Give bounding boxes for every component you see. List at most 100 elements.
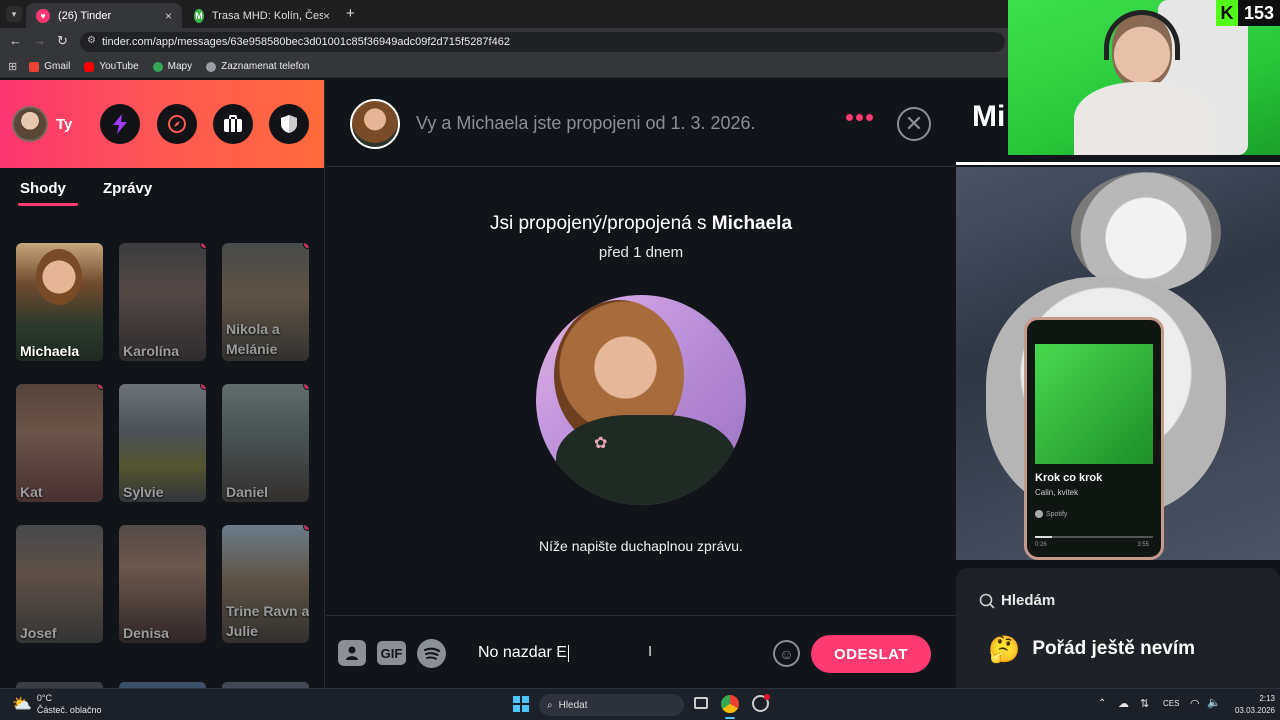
send-button[interactable]: ODESLAT [811, 635, 931, 673]
emoji-button[interactable]: ☺ [773, 640, 800, 667]
cloud-sun-icon: ⛅ [12, 696, 32, 713]
chevron-down-icon: ▾ [11, 8, 17, 19]
match-card-josef[interactable]: Josef [16, 525, 103, 643]
explore-button[interactable] [157, 104, 197, 144]
match-avatar[interactable] [350, 99, 400, 149]
back-icon[interactable]: ← [9, 33, 22, 48]
message-input-value: No nazdar E [478, 644, 567, 661]
language-indicator[interactable]: CES [1163, 699, 1179, 708]
spotify-time-end: 3:55 [1137, 542, 1149, 548]
tab-tinder[interactable]: ♥ (26) Tinder × [26, 3, 182, 28]
close-tab-icon[interactable]: × [323, 9, 330, 23]
album-art [1035, 344, 1153, 464]
my-profile-button[interactable]: Ty [12, 106, 72, 142]
match-intro-title: Jsi propojený/propojená s Michaela [489, 213, 793, 234]
match-name: Nikola a Melánie [226, 321, 280, 357]
tab-search-button[interactable]: ▾ [6, 6, 22, 22]
more-options-button[interactable] [846, 114, 873, 121]
match-intro-time: před 1 dnem [598, 244, 684, 261]
gif-button[interactable]: GIF [377, 641, 406, 665]
tinder-favicon: ♥ [36, 8, 50, 23]
active-tab-indicator [18, 203, 78, 206]
shield-icon [281, 115, 297, 133]
new-match-badge [97, 384, 103, 390]
message-input[interactable]: No nazdar E [466, 634, 766, 672]
forward-icon[interactable]: → [33, 33, 46, 48]
windows-logo-icon [513, 696, 520, 703]
bookmarks-bar: ⊞ Gmail YouTube Mapy Zaznamenat telefon [0, 56, 1010, 78]
spotify-progress [1035, 536, 1153, 538]
match-card-michaela[interactable]: Michaela [16, 243, 103, 361]
weather-temp: 0°C [36, 693, 53, 703]
new-match-badge [303, 525, 309, 531]
chevron-up-icon[interactable]: ⌃ [1098, 698, 1106, 709]
profile-photo[interactable]: Krok co krok Calin, kvitek Spotify 0:26 … [956, 167, 1280, 560]
top-shape [556, 415, 736, 505]
spotify-button[interactable] [417, 639, 446, 668]
start-button[interactable] [513, 696, 529, 712]
mhd-favicon: M [194, 8, 204, 23]
tab-label: Zprávy [103, 180, 153, 197]
tab-shody[interactable]: Shody [18, 180, 78, 206]
task-view-icon[interactable] [694, 697, 708, 709]
new-match-badge [200, 243, 206, 249]
clock[interactable]: 2:13 03.03.2026 [1227, 693, 1275, 717]
match-photo [36, 249, 82, 305]
address-bar[interactable]: ⚙ tinder.com/app/messages/63e958580bec3d… [80, 32, 1005, 52]
chat-header: Vy a Michaela jste propojeni od 1. 3. 20… [326, 80, 956, 167]
browser-tab-strip: ▾ ♥ (26) Tinder × M Trasa MHD: Kolín, Če… [0, 0, 1010, 28]
text-caret [567, 644, 569, 662]
bookmark-zaznamenat[interactable]: Zaznamenat telefon [206, 61, 309, 72]
chrome-icon[interactable] [721, 695, 739, 713]
youtube-icon [84, 61, 95, 72]
weather-desc: Částeč. oblačno [36, 705, 102, 715]
close-chat-button[interactable]: ✕ [897, 107, 931, 141]
wifi-icon[interactable]: ◠ [1190, 697, 1200, 710]
bookmark-youtube[interactable]: YouTube [84, 61, 139, 72]
speaker-icon[interactable]: 🔈 [1207, 696, 1221, 709]
lightning-icon [113, 114, 127, 134]
boost-button[interactable] [100, 104, 140, 144]
site-info-icon[interactable]: ⚙ [87, 35, 96, 46]
weather-widget[interactable]: ⛅ 0°C Částeč. oblačno [12, 692, 101, 716]
match-card-karolina[interactable]: Karolína [119, 243, 206, 361]
match-card-nikola-melanie[interactable]: Nikola a Melánie [222, 243, 309, 361]
taskbar-search[interactable]: ⌕ Hledat [539, 694, 684, 716]
looking-for-header: Hledám [979, 592, 1055, 609]
spotify-icon [423, 647, 440, 660]
new-tab-button[interactable]: + [346, 5, 355, 22]
cloud-icon[interactable]: ☁ [1118, 697, 1129, 710]
spotify-logo-icon [1035, 510, 1043, 518]
work-mode-button[interactable] [213, 104, 253, 144]
safety-button[interactable] [269, 104, 309, 144]
match-card-denisa[interactable]: Denisa [119, 525, 206, 643]
match-card-trine-julie[interactable]: Trine Ravn a Julie [222, 525, 309, 643]
match-name: Daniel [226, 484, 269, 500]
clock-date: 03.03.2026 [1234, 706, 1275, 715]
reload-icon[interactable]: ↻ [57, 33, 68, 49]
match-card-kat[interactable]: Kat [16, 384, 103, 502]
matches-sidebar: Ty Shody Zprávy Michaela Karolína Nikola… [0, 80, 325, 688]
dot-icon [866, 114, 873, 121]
bookmark-gmail[interactable]: Gmail [29, 61, 70, 72]
apps-grid-icon[interactable]: ⊞ [8, 60, 17, 73]
webcam-overlay: K 153 [1008, 0, 1280, 155]
contact-icon [346, 646, 358, 660]
match-card-sylvie[interactable]: Sylvie [119, 384, 206, 502]
bookmark-mapy[interactable]: Mapy [152, 61, 192, 72]
thinking-face-icon: 🤔 [988, 634, 1021, 664]
smiley-icon: ☺ [779, 645, 794, 662]
notification-dot [764, 694, 770, 700]
match-large-photo: ✿ [536, 295, 746, 505]
contact-card-button[interactable] [338, 640, 366, 666]
tab-zpravy[interactable]: Zprávy [103, 180, 152, 198]
match-name: Kat [20, 484, 43, 500]
tab-trasa-mhd[interactable]: M Trasa MHD: Kolín, Česko ⇒ Pro × [184, 3, 340, 28]
spotify-time-start: 0:26 [1035, 542, 1047, 548]
close-tab-icon[interactable]: × [165, 9, 172, 23]
new-match-badge [303, 243, 309, 249]
match-card-daniel[interactable]: Daniel [222, 384, 309, 502]
network-tray-icon[interactable]: ⇅ [1140, 697, 1149, 710]
match-since-text: Vy a Michaela jste propojeni od 1. 3. 20… [416, 113, 756, 133]
text-cursor-icon: I [648, 643, 653, 660]
